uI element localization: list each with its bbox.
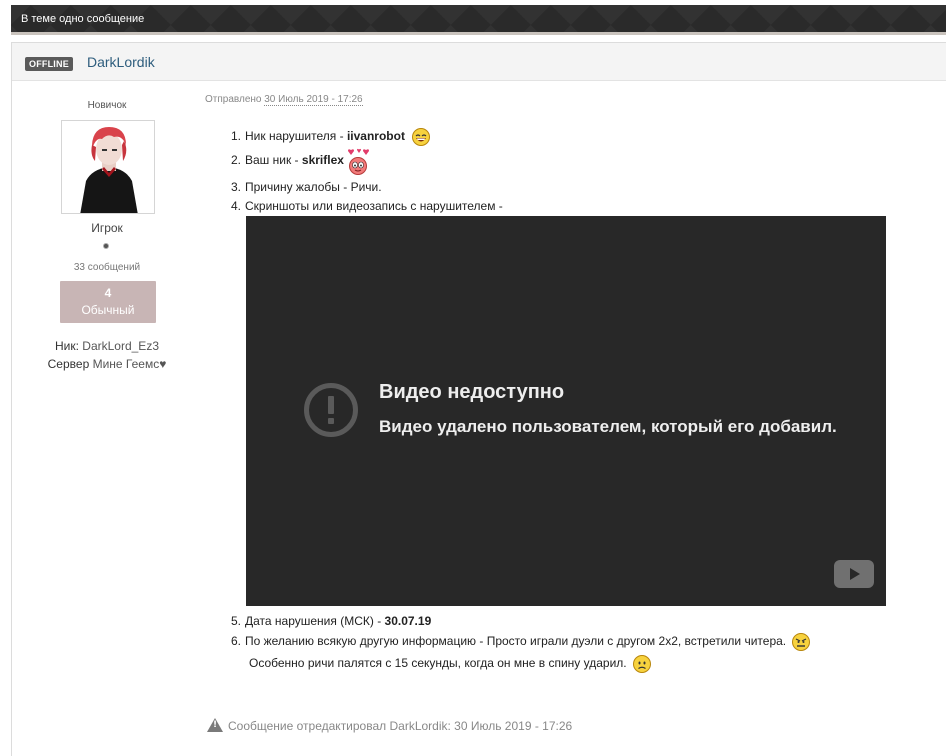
list-item: 3. Причину жалобы - Ричи. [205, 180, 382, 194]
list-item-text: Ваш ник - [245, 153, 302, 168]
rank-pip-icon [103, 243, 109, 249]
list-item-text: По желанию всякую другую информацию - Пр… [245, 634, 787, 649]
list-item: 6. По желанию всякую другую информацию - … [205, 633, 811, 651]
server-field-label: Сервер [47, 357, 90, 371]
list-item: 1. Ник нарушителя - iivanrobot [205, 128, 431, 146]
warning-icon [207, 718, 223, 732]
exclamation-circle-icon [304, 383, 358, 437]
list-item-number: 2. [230, 153, 241, 168]
list-item-bold: iivanrobot [346, 129, 405, 144]
video-unavailable-title: Видео недоступно [379, 381, 565, 403]
laughing-smiley-icon [412, 128, 431, 146]
list-item-number: 6. [230, 634, 241, 649]
reputation-badge: 4 Обычный [60, 281, 156, 323]
avatar-image [62, 121, 154, 213]
topic-header-bar: В теме одно сообщение [11, 5, 946, 35]
edit-note-text: Сообщение отредактировал DarkLordik: 30 … [228, 719, 573, 733]
list-item-bold: 30.07.19 [384, 614, 432, 628]
video-unavailable-message: Видео удалено пользователем, который его… [379, 417, 837, 436]
post-count: 33 сообщений [73, 262, 141, 273]
list-item: 5. Дата нарушения (МСК) - 30.07.19 [205, 614, 431, 628]
nick-field-label: Ник: [54, 339, 79, 353]
edit-note: Сообщение отредактировал DarkLordik: 30 … [207, 718, 572, 733]
list-item-number: 1. [230, 129, 241, 144]
video-embed[interactable]: Видео недоступно Видео удалено пользоват… [246, 216, 886, 606]
list-item-number: 3. [230, 180, 241, 194]
avatar[interactable] [61, 120, 155, 214]
nick-field-value: DarkLord_Ez3 [82, 339, 159, 353]
offline-status-badge: OFFLINE [25, 57, 73, 71]
angry-smiley-icon [792, 633, 811, 651]
post-header: OFFLINE DarkLordik [12, 43, 946, 81]
server-field-value: Мине Геемс♥ [92, 357, 167, 371]
rank-title: Новичок [87, 100, 127, 111]
post-container: OFFLINE DarkLordik Новичок Игрок 33 сооб… [11, 42, 946, 756]
nick-field: Ник: DarkLord_Ez3 [32, 339, 182, 353]
list-item: 2. Ваш ник - skriflex [205, 148, 370, 175]
in-love-smiley-icon [348, 148, 370, 175]
reputation-label: Обычный [81, 303, 135, 317]
list-item-bold: skriflex [301, 153, 344, 168]
sad-smiley-icon [632, 655, 651, 673]
reputation-value: 4 [104, 286, 112, 300]
post-date-prefix: Отправлено [205, 94, 262, 105]
list-item-text: Ник нарушителя - [245, 129, 347, 144]
list-item-number: 4. [230, 199, 241, 213]
post-date-link[interactable]: 30 Июль 2019 - 17:26 [264, 94, 363, 106]
group-name: Игрок [91, 221, 123, 235]
list-item-text: Причину жалобы - Ричи. [245, 180, 382, 194]
list-item-text: Скриншоты или видеозапись с нарушителем … [245, 199, 503, 213]
list-item-number: 5. [230, 614, 241, 628]
server-field: Сервер Мине Геемс♥ [32, 357, 182, 371]
post-date: Отправлено 30 Июль 2019 - 17:26 [205, 94, 363, 106]
list-item: 4. Скриншоты или видеозапись с нарушителе… [205, 199, 503, 213]
list-item-text: Особенно ричи палятся с 15 секунды, когд… [249, 656, 627, 671]
list-item-continuation: Особенно ричи палятся с 15 секунды, когд… [249, 655, 651, 673]
author-name-link[interactable]: DarkLordik [87, 54, 155, 70]
topic-header-title: В теме одно сообщение [21, 13, 145, 25]
list-item-text: Дата нарушения (МСК) - [245, 614, 385, 628]
youtube-play-icon[interactable] [834, 560, 874, 588]
